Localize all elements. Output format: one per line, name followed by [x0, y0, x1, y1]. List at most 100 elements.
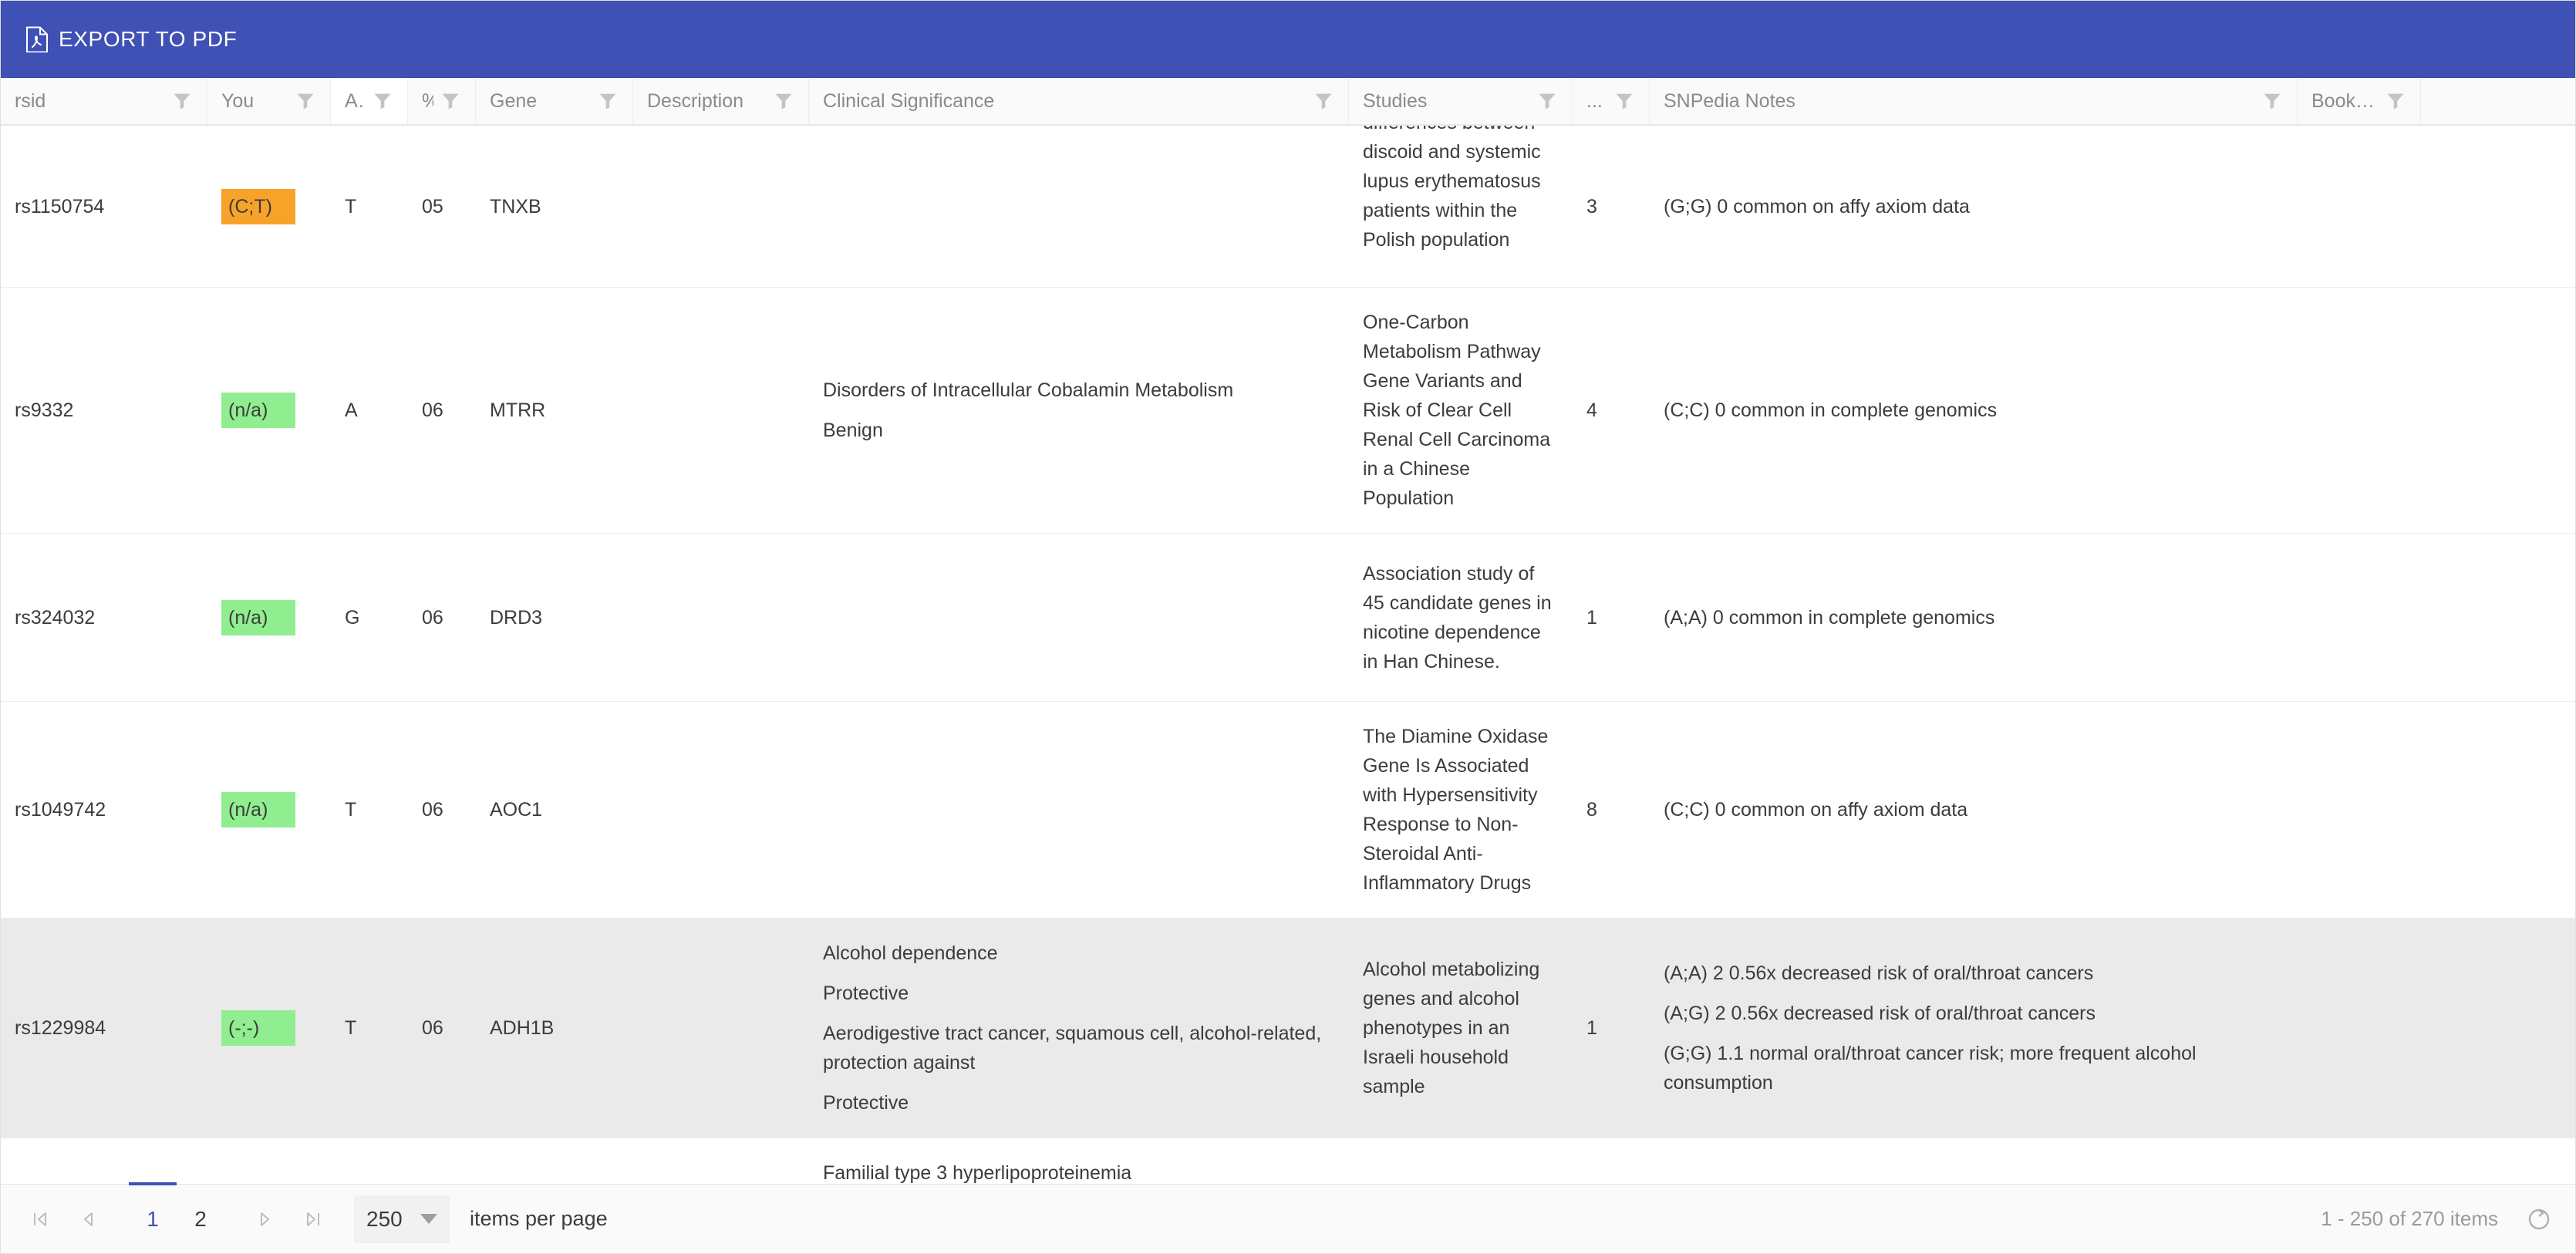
column-header-notes[interactable]: SNPedia Notes: [1650, 78, 2298, 124]
export-to-pdf-button[interactable]: EXPORT TO PDF: [21, 19, 249, 60]
cell-gene: TNXB: [490, 195, 541, 217]
table-body[interactable]: rs1150754 (C;T) T 05 TNXB differences between…: [1, 126, 2575, 1184]
filter-icon[interactable]: [597, 90, 619, 112]
first-page-button[interactable]: [16, 1195, 64, 1243]
next-page-button[interactable]: [241, 1195, 289, 1243]
page-button-2[interactable]: 2: [177, 1195, 224, 1243]
cell-text-studies: differences between discoid and systemic…: [1363, 126, 1559, 255]
table-row[interactable]: rs9332 (n/a) A 06 MTRR Disorders of Intracell…: [1, 288, 2575, 534]
cell-text-studies: One-Carbon Metabolism Pathway Gene Varia…: [1363, 308, 1559, 513]
column-header-label-pct: %: [422, 90, 433, 113]
cell-line: Protective: [823, 983, 909, 1004]
cell-line: (A;G) 2 0.56x decreased risk of oral/thr…: [1664, 1003, 2096, 1024]
column-header-you[interactable]: You: [207, 78, 331, 124]
column-header-pct[interactable]: %: [408, 78, 476, 124]
cell-gene: DRD3: [490, 606, 543, 629]
filter-icon[interactable]: [440, 90, 461, 112]
cell-notes: (A;A) 0 common in complete genomics: [1650, 534, 2298, 701]
pager-right: 1 - 250 of 270 items: [2321, 1206, 2552, 1232]
cell-ellipsis: [1573, 1138, 1650, 1184]
column-header-label-alt: Alt: [345, 89, 366, 112]
column-header-label-clinsig: Clinical Significance: [823, 89, 995, 112]
cell-studies: Association study of 45 candidate genes …: [1349, 534, 1573, 701]
cell-notes: (G;G) 0 common on affy axiom data: [1650, 126, 2298, 287]
cell-text-studies: Association study of 45 candidate genes …: [1363, 559, 1559, 676]
cell-pct: [408, 1138, 476, 1184]
cell-line: Association study of 45 candidate genes …: [1363, 562, 1552, 673]
cell-bookmark: [2298, 126, 2421, 287]
cell-clinsig: [809, 126, 1349, 287]
cell-rsid: rs1229984: [15, 1017, 106, 1039]
column-header-studies[interactable]: Studies: [1349, 78, 1573, 124]
items-per-page-label: items per page: [470, 1207, 608, 1230]
table-row[interactable]: rs1049742 (n/a) T 06 AOC1 The Diamine Oxidase…: [1, 702, 2575, 919]
previous-page-button[interactable]: [64, 1195, 112, 1243]
column-header-label-notes: SNPedia Notes: [1664, 89, 1795, 112]
column-header-label-you: You: [221, 89, 255, 112]
table-header-row: rsid You Alt% Gene Description Clinical Signi…: [1, 78, 2575, 126]
cell-line: The Diamine Oxidase Gene Is Associated w…: [1363, 726, 1549, 894]
cell-line: (C;C) 0 common on affy axiom data: [1664, 799, 1968, 821]
cell-pct: 06: [422, 606, 443, 629]
filter-icon[interactable]: [1536, 90, 1558, 112]
cell-alt: [331, 1138, 408, 1184]
table-row[interactable]: Familial type 3 hyperlipoproteinemiaPath…: [1, 1138, 2575, 1184]
cell-line: Disorders of Intracellular Cobalamin Met…: [823, 379, 1234, 401]
last-page-button[interactable]: [289, 1195, 337, 1243]
cell-you: [207, 1138, 331, 1184]
refresh-icon[interactable]: [2526, 1206, 2552, 1232]
page-button-1[interactable]: 1: [129, 1182, 177, 1231]
cell-text-studies: The Diamine Oxidase Gene Is Associated w…: [1363, 722, 1559, 898]
table-row[interactable]: rs1229984 (-;-) T 06 ADH1B Alcohol dependence…: [1, 919, 2575, 1138]
cell-bookmark: [2298, 702, 2421, 918]
data-grid: EXPORT TO PDF rsid You Alt% Gene Description…: [0, 0, 2576, 1254]
filter-icon[interactable]: [372, 90, 393, 112]
cell-text-clinsig: Disorders of Intracellular Cobalamin Met…: [823, 376, 1335, 445]
filter-icon[interactable]: [1313, 90, 1334, 112]
cell-rsid: rs1049742: [15, 799, 106, 821]
cell-pct: 06: [422, 399, 443, 421]
cell-notes: (C;C) 0 common on affy axiom data: [1650, 702, 2298, 918]
cell-line: Alcohol metabolizing genes and alcohol p…: [1363, 959, 1540, 1097]
cell-studies: One-Carbon Metabolism Pathway Gene Varia…: [1349, 288, 1573, 533]
filter-icon[interactable]: [295, 90, 316, 112]
filter-icon[interactable]: [1613, 90, 1635, 112]
cell-gene: AOC1: [490, 799, 543, 821]
column-header-bookmark[interactable]: Bookmark: [2298, 78, 2421, 124]
cell-alt: T: [345, 1017, 357, 1039]
filter-icon[interactable]: [171, 90, 193, 112]
column-header-label-rsid: rsid: [15, 89, 46, 112]
item-range-text: 1 - 250 of 270 items: [2321, 1207, 2498, 1230]
cell-text-notes: (G;G) 0 common on affy axiom data: [1664, 192, 2284, 221]
cell-alt: A: [345, 399, 358, 421]
cell-alt: T: [345, 799, 357, 821]
cell-studies: differences between discoid and systemic…: [1349, 126, 1573, 287]
cell-rsid: rs9332: [15, 399, 74, 421]
cell-clinsig: Disorders of Intracellular Cobalamin Met…: [809, 288, 1349, 533]
items-per-page-select[interactable]: 250: [354, 1195, 450, 1243]
cell-desc: [633, 919, 809, 1138]
filter-icon[interactable]: [2385, 90, 2406, 112]
column-header-label-gene: Gene: [490, 89, 538, 112]
cell-line: Familial type 3 hyperlipoproteinemia: [823, 1162, 1132, 1184]
cell-you: (-;-): [207, 919, 331, 1138]
cell-clinsig: Familial type 3 hyperlipoproteinemiaPath…: [809, 1138, 1349, 1184]
cell-gene: MTRR: [490, 399, 546, 421]
column-header-desc[interactable]: Description: [633, 78, 809, 124]
cell-line: Alcohol dependence: [823, 942, 998, 964]
table-row[interactable]: rs324032 (n/a) G 06 DRD3 Association study of…: [1, 534, 2575, 702]
column-header-alt[interactable]: Alt: [331, 78, 408, 124]
column-header-ellipsis[interactable]: ...: [1573, 78, 1650, 124]
filter-icon[interactable]: [2261, 90, 2283, 112]
cell-notes: (C;C) 0 common in complete genomics: [1650, 288, 2298, 533]
column-header-clinsig[interactable]: Clinical Significance: [809, 78, 1349, 124]
column-header-label-bookmark: Bookmark: [2311, 89, 2379, 112]
table-row[interactable]: rs1150754 (C;T) T 05 TNXB differences between…: [1, 126, 2575, 288]
filter-icon[interactable]: [773, 90, 794, 112]
column-header-rsid[interactable]: rsid: [1, 78, 207, 124]
cell-line: Benign: [823, 420, 883, 441]
cell-studies: Apolipoprotein E: [1349, 1138, 1573, 1184]
cell-line: (C;C) 0 common in complete genomics: [1664, 399, 1998, 421]
cell-text-notes: (A;A) 0 common in complete genomics: [1664, 603, 2284, 632]
column-header-gene[interactable]: Gene: [476, 78, 633, 124]
